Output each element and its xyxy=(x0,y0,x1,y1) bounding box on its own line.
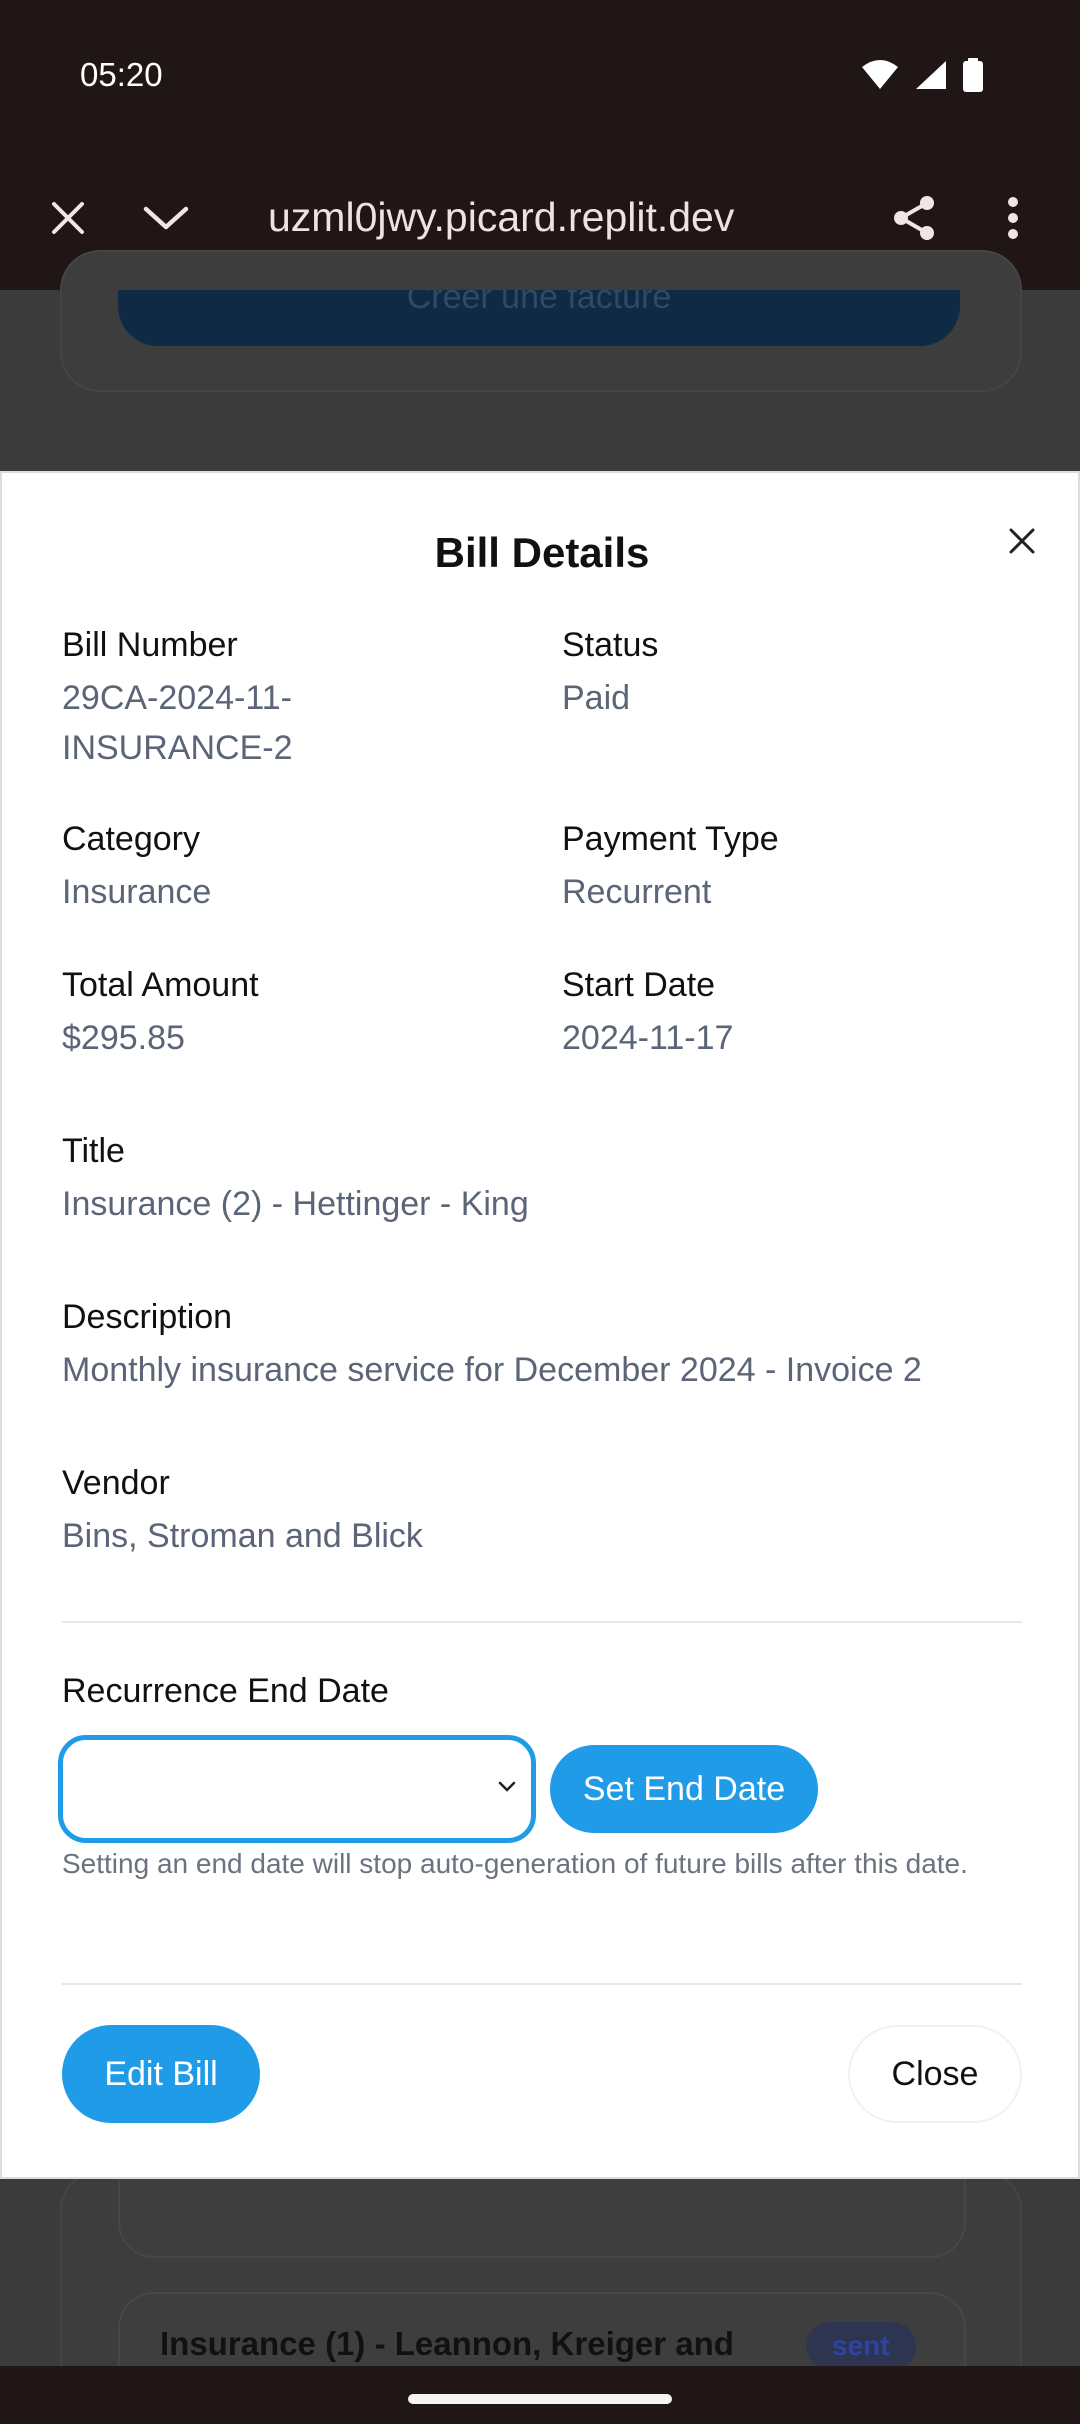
status-bar: 05:20 xyxy=(0,0,1080,150)
field-label: Title xyxy=(62,1132,125,1170)
more-options-icon[interactable] xyxy=(985,190,1041,246)
status-time: 05:20 xyxy=(80,56,163,93)
field-label: Payment Type xyxy=(562,820,779,858)
field-category: Category Insurance xyxy=(62,817,522,917)
field-value: $295.85 xyxy=(62,1019,185,1057)
close-tab-icon[interactable] xyxy=(40,190,96,246)
close-button[interactable]: Close xyxy=(848,2025,1022,2123)
chevron-down-icon[interactable] xyxy=(138,190,194,246)
field-description: Description Monthly insurance service fo… xyxy=(62,1295,1042,1395)
status-icons xyxy=(860,58,984,92)
field-label: Description xyxy=(62,1298,233,1336)
recurrence-end-date-label: Recurrence End Date xyxy=(62,1672,389,1710)
home-gesture-handle[interactable] xyxy=(408,2394,672,2404)
field-value: 29CA-2024-11- INSURANCE-2 xyxy=(62,679,293,767)
url-text[interactable]: uzml0jwy.picard.replit.dev xyxy=(268,194,734,241)
field-value: 2024-11-17 xyxy=(562,1019,734,1057)
field-title: Title Insurance (2) - Hettinger - King xyxy=(62,1129,1022,1229)
background-status-badge: sent xyxy=(806,2322,916,2370)
field-label: Category xyxy=(62,820,200,858)
recurrence-end-date-select[interactable] xyxy=(58,1735,536,1843)
field-label: Start Date xyxy=(562,966,716,1004)
field-label: Vendor xyxy=(62,1464,170,1502)
field-payment-type: Payment Type Recurrent xyxy=(562,817,1022,917)
field-value: Bins, Stroman and Blick xyxy=(62,1517,423,1555)
close-icon[interactable] xyxy=(998,517,1046,565)
field-start-date: Start Date 2024-11-17 xyxy=(562,963,1022,1063)
field-value: Paid xyxy=(562,679,631,717)
set-end-date-button[interactable]: Set End Date xyxy=(550,1745,818,1833)
wifi-icon xyxy=(862,60,898,89)
field-status: Status Paid xyxy=(562,623,1022,723)
field-label: Bill Number xyxy=(62,626,238,664)
recurrence-label-block: Recurrence End Date xyxy=(62,1669,1022,1713)
divider xyxy=(62,1983,1022,1985)
field-value: Recurrent xyxy=(562,873,712,911)
signal-icon xyxy=(916,61,946,89)
background-list-item-title: Insurance (1) - Leannon, Kreiger and xyxy=(160,2325,734,2362)
share-icon[interactable] xyxy=(886,190,942,246)
recurrence-help-text: Setting an end date will stop auto-gener… xyxy=(62,1848,968,1879)
bill-details-modal: Bill Details Bill Number 29CA-2024-11- I… xyxy=(0,471,1080,2179)
divider xyxy=(62,1621,1022,1623)
battery-icon xyxy=(963,58,983,92)
chevron-down-icon xyxy=(498,1781,516,1792)
field-bill-number: Bill Number 29CA-2024-11- INSURANCE-2 xyxy=(62,623,522,773)
field-value: Monthly insurance service for December 2… xyxy=(62,1351,922,1389)
field-value: Insurance xyxy=(62,873,212,911)
field-value: Insurance (2) - Hettinger - King xyxy=(62,1185,529,1223)
field-vendor: Vendor Bins, Stroman and Blick xyxy=(62,1461,1022,1561)
navigation-bar xyxy=(0,2366,1080,2424)
edit-bill-button[interactable]: Edit Bill xyxy=(62,2025,260,2123)
field-label: Total Amount xyxy=(62,966,259,1004)
modal-title: Bill Details xyxy=(434,529,650,576)
field-total-amount: Total Amount $295.85 xyxy=(62,963,522,1063)
background-create-invoice-button: Créer une facture xyxy=(118,290,960,346)
field-label: Status xyxy=(562,626,659,664)
background-button-label: Créer une facture xyxy=(406,290,672,316)
